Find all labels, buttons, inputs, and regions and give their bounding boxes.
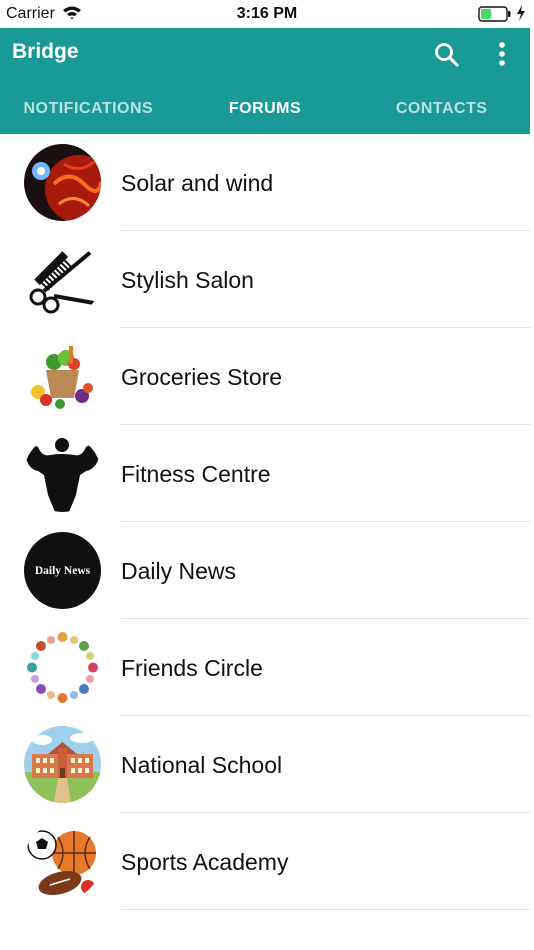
- app-bar: Bridge NOTIFICATIONS FORUMS CONTACTS: [0, 28, 530, 134]
- bodybuilder-silhouette-avatar: [24, 435, 101, 512]
- forum-list-item[interactable]: Sports Academy: [0, 813, 534, 910]
- sports-balls-avatar: [24, 823, 101, 900]
- forum-list-item[interactable]: Fitness Centre: [0, 425, 534, 522]
- salon-scissors-comb-avatar: [24, 241, 101, 318]
- more-vertical-icon: [490, 42, 514, 74]
- daily-news-avatar: Daily News: [24, 532, 101, 609]
- forum-list-item[interactable]: Groceries Store: [0, 328, 534, 425]
- tab-notifications[interactable]: NOTIFICATIONS: [0, 88, 177, 134]
- status-bar: Carrier 3:16 PM: [0, 0, 534, 28]
- daily-news-avatar-text: Daily News: [35, 565, 91, 577]
- forum-list-item[interactable]: National School: [0, 716, 534, 813]
- forum-list-item[interactable]: Solar and wind: [0, 134, 534, 231]
- forum-name: Solar and wind: [121, 170, 274, 196]
- app-title: Bridge: [12, 40, 79, 63]
- solar-wind-avatar: [24, 144, 101, 221]
- school-building-avatar: [24, 726, 101, 803]
- forum-name: Groceries Store: [121, 364, 283, 390]
- divider: [121, 909, 530, 910]
- forum-list-item[interactable]: Daily News Daily News: [0, 522, 534, 619]
- tab-bar: NOTIFICATIONS FORUMS CONTACTS: [0, 88, 530, 134]
- forum-name: Stylish Salon: [121, 267, 254, 293]
- forum-name: Sports Academy: [121, 849, 289, 875]
- forum-name: Fitness Centre: [121, 461, 271, 487]
- more-options-button[interactable]: [490, 40, 514, 70]
- search-button[interactable]: [432, 40, 462, 70]
- forum-name: National School: [121, 752, 283, 778]
- forum-list: Solar and wind Stylish Salon Groceries S…: [0, 134, 534, 910]
- forum-list-item[interactable]: Friends Circle: [0, 619, 534, 716]
- forum-list-item[interactable]: Stylish Salon: [0, 231, 534, 328]
- status-time: 3:16 PM: [236, 5, 298, 22]
- friends-circle-avatar: [24, 629, 101, 706]
- grocery-basket-avatar: [24, 338, 101, 415]
- forum-name: Daily News: [121, 558, 237, 584]
- tab-contacts[interactable]: CONTACTS: [353, 88, 530, 134]
- forum-name: Friends Circle: [121, 655, 263, 681]
- search-icon: [432, 43, 462, 74]
- battery-icon: [478, 6, 512, 27]
- tab-forums[interactable]: FORUMS: [177, 88, 354, 134]
- charging-bolt-icon: [516, 5, 526, 26]
